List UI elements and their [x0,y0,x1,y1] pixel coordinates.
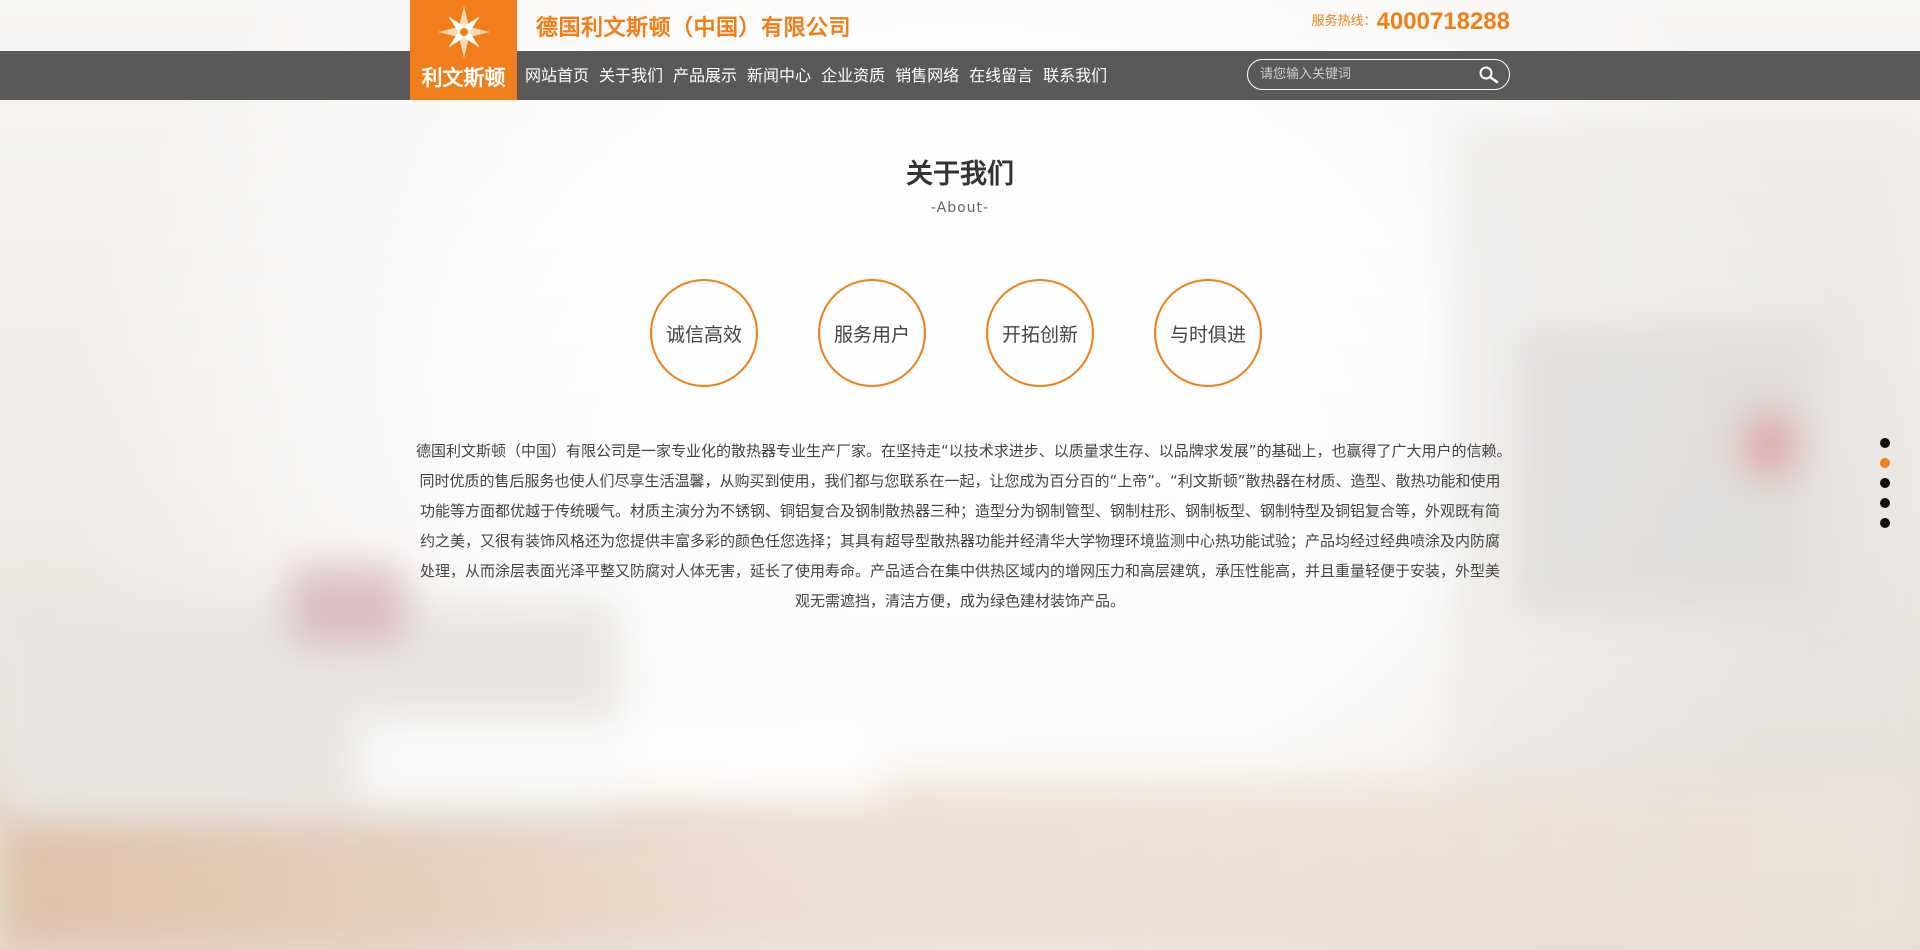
section-subtitle: -About- [930,200,990,216]
value-circle: 与时俱进 [1154,279,1262,387]
nav-item-contact[interactable]: 联系我们 [1043,51,1117,100]
hotline-number: 4000718288 [1376,8,1510,35]
logo-text: 利文斯顿 [421,66,506,90]
value-circle: 开拓创新 [986,279,1094,387]
nav-item-message[interactable]: 在线留言 [969,51,1043,100]
search-icon[interactable] [1479,66,1499,88]
nav-item-qualification[interactable]: 企业资质 [821,51,895,100]
pager-dot[interactable] [1880,458,1890,468]
value-circle: 服务用户 [818,279,926,387]
pager-dot[interactable] [1880,498,1890,508]
search-box [1247,59,1510,90]
search-input[interactable] [1260,63,1470,86]
company-name: 德国利文斯顿（中国）有限公司 [536,16,852,41]
hotline: 服务热线：4000718288 [1312,8,1511,36]
nav-item-sales-network[interactable]: 销售网络 [895,51,969,100]
hotline-label: 服务热线： [1311,14,1377,29]
value-circles: 诚信高效 服务用户 开拓创新 与时俱进 [650,279,1262,387]
star-burst-icon [438,6,490,58]
pager-dot[interactable] [1880,478,1890,488]
nav-item-products[interactable]: 产品展示 [673,51,747,100]
main-nav: 网站首页 关于我们 产品展示 新闻中心 企业资质 销售网络 在线留言 联系我们 [525,51,1117,100]
value-circle: 诚信高效 [650,279,758,387]
nav-item-about[interactable]: 关于我们 [599,51,673,100]
nav-item-news[interactable]: 新闻中心 [747,51,821,100]
logo[interactable]: 利文斯顿 [410,0,517,100]
section-pager [1880,438,1890,538]
company-intro: 德国利文斯顿（中国）有限公司是一家专业化的散热器专业生产厂家。在坚持走“以技术求… [415,442,1534,610]
pager-dot[interactable] [1880,438,1890,448]
section-title: 关于我们 [906,159,1014,190]
pager-dot[interactable] [1880,518,1890,528]
top-bar [0,0,1920,51]
nav-item-home[interactable]: 网站首页 [525,51,599,100]
